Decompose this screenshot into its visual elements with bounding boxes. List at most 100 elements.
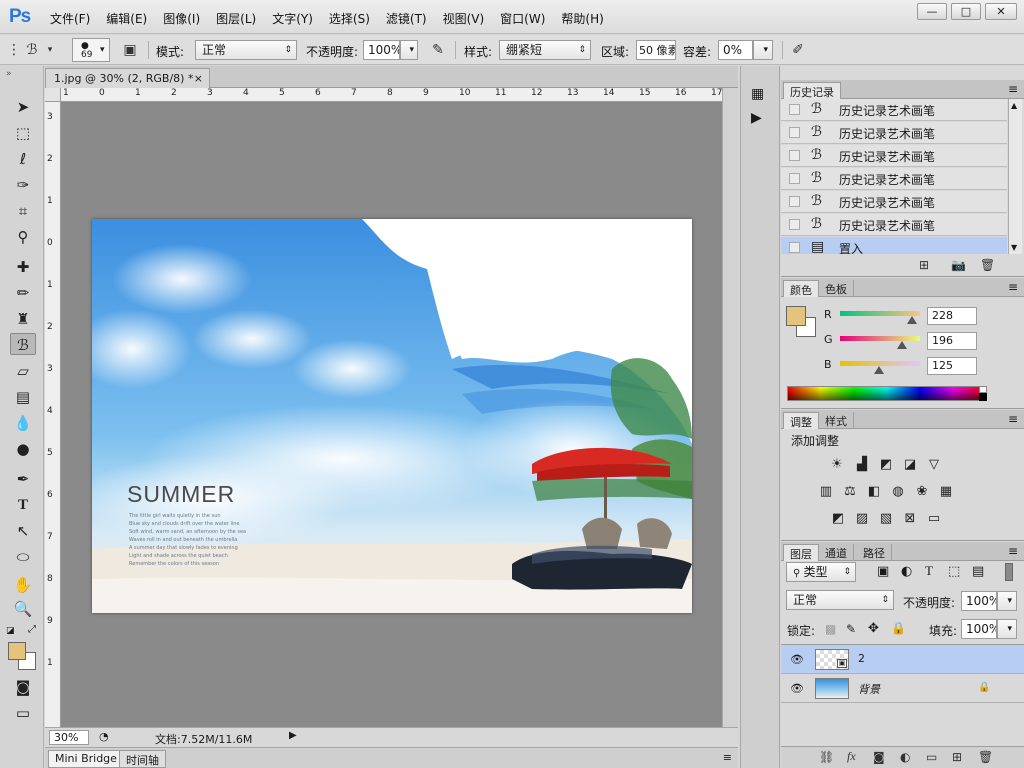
brush-picker[interactable]: ● 69 ▾	[72, 38, 110, 62]
canvas-image[interactable]: SUMMER The little girl waits quietly in …	[92, 219, 692, 613]
tab-paths[interactable]: 路径	[857, 544, 892, 561]
history-brush-tool-icon[interactable]: ℬ	[10, 333, 36, 355]
tab-channels[interactable]: 通道	[819, 544, 854, 561]
history-source-checkbox[interactable]	[789, 219, 800, 230]
blue-value-input[interactable]: 125	[927, 357, 977, 375]
filter-pixel-icon[interactable]: ▣	[877, 564, 889, 579]
default-colors-icon[interactable]: ◪	[6, 626, 15, 636]
history-item[interactable]: ℬ 历史记录艺术画笔	[781, 191, 1007, 213]
trash-icon[interactable]: 🗑	[980, 258, 995, 272]
blur-tool-icon[interactable]: 💧	[10, 412, 36, 434]
history-item-selected[interactable]: ▤ 置入	[781, 237, 1007, 254]
quick-mask-icon[interactable]: ◙	[10, 676, 36, 698]
vibrance-icon[interactable]: ▽	[926, 457, 942, 473]
style-select[interactable]: 绷紧短 ⇕	[499, 40, 591, 60]
brush-panel-icon[interactable]: ▣	[120, 41, 140, 59]
history-item[interactable]: ℬ 历史记录艺术画笔	[781, 214, 1007, 236]
layer-opacity-input[interactable]: 100%	[961, 591, 997, 611]
blend-mode-select[interactable]: 正常 ⇕	[786, 590, 894, 610]
horizontal-ruler[interactable]: 1 0 1 2 3 4 5 6 7 8 9 10 11 12 13 14 15 16 17	[61, 88, 722, 102]
crop-tool-icon[interactable]: ⌗	[10, 200, 36, 222]
invert-icon[interactable]: ◩	[830, 511, 846, 527]
layer-row-background[interactable]: 👁 背景 🔒	[781, 674, 1024, 703]
brightness-contrast-icon[interactable]: ☀	[829, 457, 845, 473]
history-source-checkbox[interactable]	[789, 127, 800, 138]
history-item[interactable]: ℬ 历史记录艺术画笔	[781, 145, 1007, 167]
panel-menu-icon[interactable]: ≡	[723, 751, 732, 764]
photo-filter-icon[interactable]: ◍	[890, 484, 906, 500]
tab-mini-bridge[interactable]: Mini Bridge	[48, 750, 124, 768]
lasso-tool-icon[interactable]: ℓ	[10, 148, 36, 170]
layer-filter-select[interactable]: ⚲ 类型 ⇕	[786, 562, 856, 582]
panel-menu-icon[interactable]: ≡	[1008, 280, 1018, 294]
layer-opacity-dropdown[interactable]: ▾	[997, 591, 1017, 611]
collapse-arrows-icon[interactable]: »	[6, 69, 12, 79]
fill-input[interactable]: 100%	[961, 619, 997, 639]
ellipse-tool-icon[interactable]: ⬭	[10, 546, 36, 568]
vertical-ruler[interactable]: 3 2 1 0 1 2 3 4 5 6 7 8 9 1	[45, 102, 61, 727]
layer-style-fx-icon[interactable]: fx	[847, 749, 856, 764]
tab-timeline[interactable]: 时间轴	[119, 750, 166, 768]
green-slider[interactable]	[840, 336, 920, 341]
new-document-from-state-icon[interactable]: ⊞	[919, 258, 929, 272]
menu-file[interactable]: 文件(F)	[50, 10, 90, 27]
black-chip[interactable]	[979, 393, 987, 401]
layer-name[interactable]: 背景	[858, 681, 880, 697]
menu-help[interactable]: 帮助(H)	[561, 10, 603, 27]
swap-colors-icon[interactable]: ⤢	[28, 624, 36, 635]
new-adjustment-layer-icon[interactable]: ◐	[900, 750, 910, 764]
delete-layer-trash-icon[interactable]: 🗑	[978, 750, 993, 764]
hand-tool-icon[interactable]: ✋	[10, 574, 36, 596]
fill-dropdown[interactable]: ▾	[997, 619, 1017, 639]
black-white-icon[interactable]: ◧	[866, 484, 882, 500]
status-options-icon[interactable]: ◔	[99, 730, 109, 743]
filter-adjustment-icon[interactable]: ◐	[901, 564, 912, 579]
lock-all-icon[interactable]: 🔒	[891, 621, 906, 635]
opacity-input[interactable]: 100%	[363, 40, 400, 60]
filter-toggle-switch[interactable]	[1005, 563, 1013, 581]
screen-mode-icon[interactable]: ▭	[10, 702, 36, 724]
history-item[interactable]: ℬ 历史记录艺术画笔	[781, 168, 1007, 190]
gradient-map-icon[interactable]: ▭	[926, 511, 942, 527]
pen-tool-icon[interactable]: ✒	[10, 468, 36, 490]
lock-transparent-icon[interactable]: ▩	[825, 622, 836, 636]
vertical-scrollbar[interactable]	[722, 88, 738, 727]
menu-filter[interactable]: 滤镜(T)	[386, 10, 427, 27]
type-tool-icon[interactable]: T	[10, 494, 36, 516]
menu-window[interactable]: 窗口(W)	[500, 10, 545, 27]
eyedropper-tool-icon[interactable]: ⚲	[10, 226, 36, 248]
tab-adjustments[interactable]: 调整	[783, 412, 819, 429]
new-layer-icon[interactable]: ⊞	[952, 750, 962, 764]
layer-row-2[interactable]: 👁 ▣ 2	[781, 645, 1024, 674]
quick-selection-tool-icon[interactable]: ✑	[10, 174, 36, 196]
history-source-checkbox[interactable]	[789, 150, 800, 161]
red-value-input[interactable]: 228	[927, 307, 977, 325]
menu-select[interactable]: 选择(S)	[329, 10, 370, 27]
status-menu-arrow-icon[interactable]: ▶	[289, 730, 297, 741]
layer-name[interactable]: 2	[858, 652, 865, 665]
eraser-tool-icon[interactable]: ▱	[10, 360, 36, 382]
maximize-button[interactable]: □	[951, 3, 981, 20]
foreground-color-swatch[interactable]	[8, 642, 26, 660]
exposure-icon[interactable]: ◪	[902, 457, 918, 473]
new-group-folder-icon[interactable]: ▭	[926, 750, 937, 764]
levels-icon[interactable]: ▟	[854, 457, 870, 473]
history-scrollbar[interactable]: ▲ ▼	[1008, 99, 1022, 254]
brush-tool-icon[interactable]: ✏	[10, 282, 36, 304]
panel-menu-icon[interactable]: ≡	[1008, 412, 1018, 426]
move-tool-icon[interactable]: ➤	[10, 96, 36, 118]
menu-type[interactable]: 文字(Y)	[272, 10, 313, 27]
history-source-checkbox[interactable]	[789, 242, 800, 253]
green-slider-thumb[interactable]	[896, 341, 907, 349]
tab-history[interactable]: 历史记录	[783, 82, 841, 99]
color-balance-icon[interactable]: ⚖	[842, 484, 858, 500]
add-mask-icon[interactable]: ◙	[873, 750, 885, 764]
filter-shape-icon[interactable]: ⬚	[948, 564, 960, 579]
history-item[interactable]: ℬ 历史记录艺术画笔	[781, 122, 1007, 144]
lock-position-icon[interactable]: ✥	[868, 621, 879, 636]
menu-edit[interactable]: 编辑(E)	[106, 10, 147, 27]
zoom-level-input[interactable]: 30%	[49, 730, 89, 745]
zoom-tool-icon[interactable]: 🔍	[10, 598, 36, 620]
pressure-opacity-icon[interactable]: ✎	[428, 41, 448, 59]
tab-color[interactable]: 颜色	[783, 280, 819, 297]
